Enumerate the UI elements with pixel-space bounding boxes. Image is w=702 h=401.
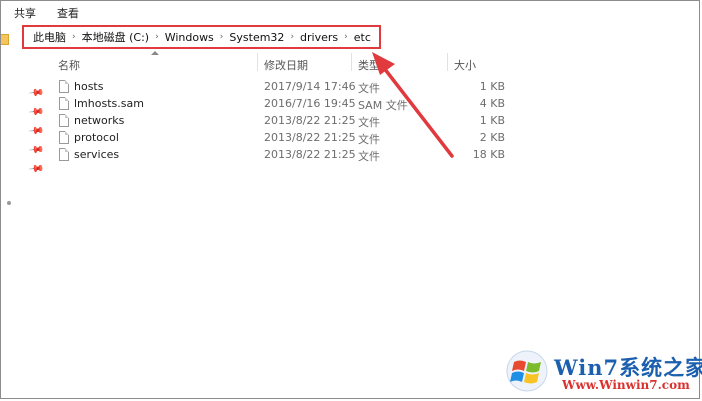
file-modified: 2017/9/14 17:46	[264, 80, 356, 93]
breadcrumb-windows[interactable]: Windows	[165, 31, 214, 44]
watermark: Win7系统之家 Www.Winwin7.com	[502, 348, 702, 394]
file-type: 文件	[358, 116, 380, 129]
file-row-services[interactable]: services 2013/8/22 21:25 文件 18 KB	[1, 147, 699, 164]
file-size: 2 KB	[479, 131, 505, 144]
file-name: services	[74, 148, 120, 161]
column-header-name[interactable]: 名称	[58, 57, 80, 73]
windows-logo-icon	[506, 350, 548, 392]
file-type: SAM 文件	[358, 99, 408, 112]
breadcrumb-this-pc[interactable]: 此电脑	[33, 29, 66, 45]
file-icon	[59, 97, 69, 110]
file-name: hosts	[74, 80, 104, 93]
chevron-right-icon[interactable]: ›	[155, 32, 159, 42]
column-header-size[interactable]: 大小	[454, 57, 476, 73]
file-size: 1 KB	[479, 80, 505, 93]
chevron-right-icon[interactable]: ›	[344, 32, 348, 42]
file-icon	[59, 148, 69, 161]
file-size: 4 KB	[479, 97, 505, 110]
column-divider[interactable]	[447, 53, 448, 71]
explorer-window: 共享 查看 此电脑 › 本地磁盘 (C:) › Windows › System…	[0, 0, 700, 399]
file-modified: 2013/8/22 21:25	[264, 114, 356, 127]
column-header-type[interactable]: 类型	[358, 57, 380, 73]
file-type: 文件	[358, 133, 380, 146]
file-modified: 2013/8/22 21:25	[264, 148, 356, 161]
file-icon	[59, 114, 69, 127]
address-bar[interactable]: 此电脑 › 本地磁盘 (C:) › Windows › System32 › d…	[22, 25, 381, 49]
file-size: 18 KB	[472, 148, 505, 161]
chevron-right-icon[interactable]: ›	[290, 32, 294, 42]
file-row-lmhosts[interactable]: lmhosts.sam 2016/7/16 19:45 SAM 文件 4 KB	[1, 96, 699, 113]
tab-view[interactable]: 查看	[57, 5, 79, 21]
breadcrumb-local-disk[interactable]: 本地磁盘 (C:)	[82, 29, 149, 45]
column-divider[interactable]	[257, 53, 258, 71]
sort-caret-icon	[151, 51, 159, 55]
watermark-url: Www.Winwin7.com	[562, 378, 690, 392]
chevron-right-icon[interactable]: ›	[72, 32, 76, 42]
file-name: lmhosts.sam	[74, 97, 144, 110]
column-divider[interactable]	[351, 53, 352, 71]
folder-icon	[1, 34, 9, 45]
file-row-protocol[interactable]: protocol 2013/8/22 21:25 文件 2 KB	[1, 130, 699, 147]
tab-share[interactable]: 共享	[14, 5, 36, 21]
file-icon	[59, 131, 69, 144]
file-type: 文件	[358, 82, 380, 95]
column-header-modified[interactable]: 修改日期	[264, 57, 308, 73]
file-size: 1 KB	[479, 114, 505, 127]
file-row-networks[interactable]: networks 2013/8/22 21:25 文件 1 KB	[1, 113, 699, 130]
scroll-dot	[7, 201, 11, 205]
file-modified: 2016/7/16 19:45	[264, 97, 356, 110]
chevron-right-icon[interactable]: ›	[220, 32, 224, 42]
file-name: networks	[74, 114, 125, 127]
file-type: 文件	[358, 150, 380, 163]
breadcrumb-drivers[interactable]: drivers	[300, 31, 338, 44]
file-row-hosts[interactable]: hosts 2017/9/14 17:46 文件 1 KB	[1, 79, 699, 96]
file-icon	[59, 80, 69, 93]
file-name: protocol	[74, 131, 119, 144]
breadcrumb-etc[interactable]: etc	[354, 31, 371, 44]
ribbon-tabs: 共享 查看	[1, 1, 699, 21]
address-row: 此电脑 › 本地磁盘 (C:) › Windows › System32 › d…	[1, 23, 699, 49]
breadcrumb-system32[interactable]: System32	[229, 31, 284, 44]
file-modified: 2013/8/22 21:25	[264, 131, 356, 144]
